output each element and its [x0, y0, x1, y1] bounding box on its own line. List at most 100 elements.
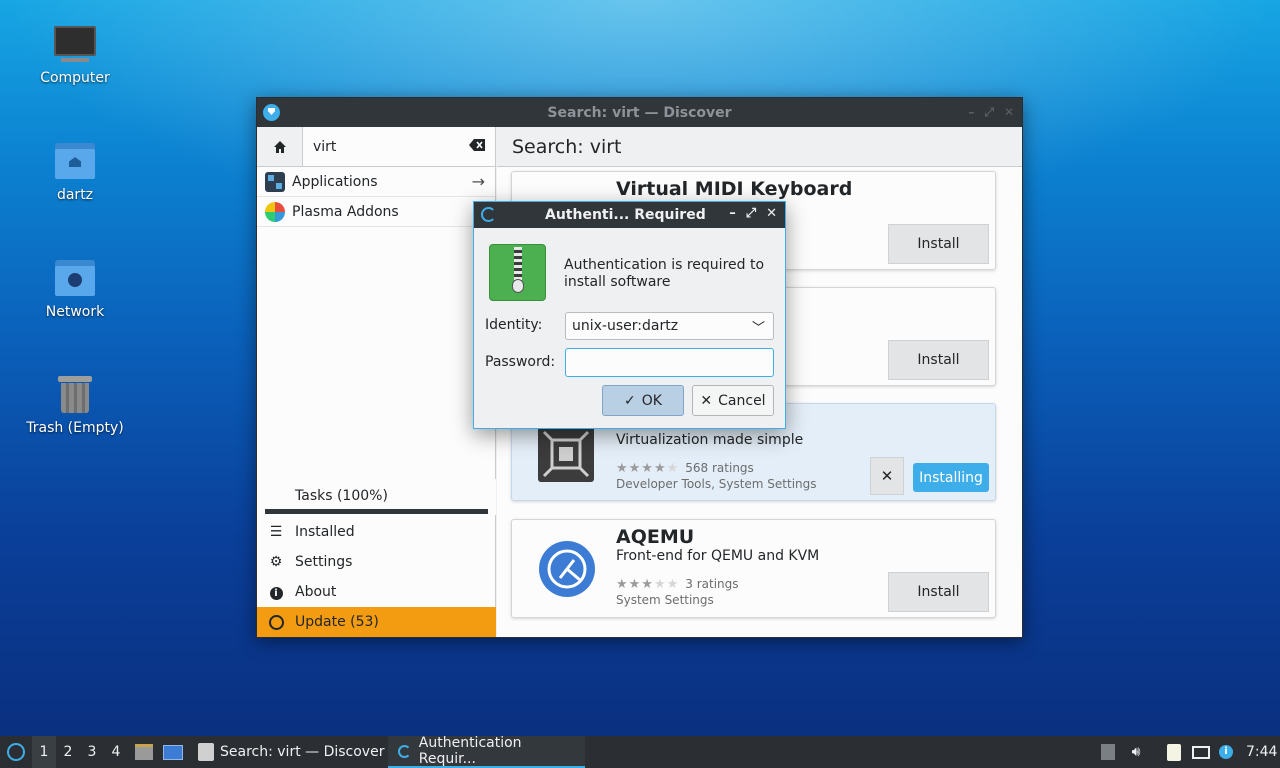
home-button[interactable] [257, 127, 303, 166]
desktop-icon-label: Computer [40, 70, 110, 86]
volume-control[interactable]: 🔊︎ [1126, 736, 1146, 768]
taskbar: 1 2 3 4 Search: virt — Discover Authenti… [0, 735, 1280, 768]
home-folder-icon [53, 141, 97, 181]
install-button[interactable]: Install [888, 340, 989, 380]
dialog-title: Authenti... Required [545, 207, 706, 223]
ok-button[interactable]: ✓ OK [602, 385, 684, 416]
category-applications[interactable]: Applications → [257, 167, 495, 197]
arrow-right-icon: → [471, 172, 485, 191]
tasks-progress-bar [265, 509, 488, 514]
password-field[interactable] [565, 348, 774, 377]
tray-arrow-icon [1101, 744, 1115, 760]
search-input[interactable]: virt [303, 127, 495, 166]
workspace-3[interactable]: 3 [80, 736, 104, 768]
clear-search-icon[interactable] [469, 139, 485, 151]
nav-update[interactable]: Update (53) [257, 607, 496, 637]
auth-task-icon [398, 744, 411, 758]
nav-label: About [295, 584, 337, 600]
close-icon: ✕ [700, 392, 713, 409]
nav-label: Installed [295, 524, 355, 540]
task-authentication[interactable]: Authentication Requir... [388, 735, 585, 768]
tasks-label: Tasks (100%) [295, 488, 388, 504]
show-desktop-button[interactable] [162, 736, 184, 768]
nav-label: Settings [295, 554, 353, 570]
sidebar: virt Applications → Plasma Addons Tasks … [257, 127, 496, 637]
network-tray[interactable] [1190, 736, 1212, 768]
clock[interactable]: 7:44 [1246, 736, 1277, 768]
desktop-icon [163, 744, 183, 760]
minimize-icon[interactable]: – [968, 105, 974, 120]
desktop-icon-network[interactable]: Network [20, 258, 130, 320]
aqemu-app-icon [539, 541, 595, 597]
workspace-2[interactable]: 2 [56, 736, 80, 768]
lubuntu-logo-icon [7, 743, 25, 761]
tray-expand[interactable] [1099, 736, 1117, 768]
search-bar: virt [257, 127, 495, 167]
installing-button[interactable]: Installing [913, 463, 989, 492]
nav-installed[interactable]: ☰ Installed [257, 517, 496, 547]
rating-stars: ★★★★★ 568 ratings [616, 460, 754, 475]
result-card[interactable]: AQEMU Front-end for QEMU and KVM ★★★★★ 3 … [511, 519, 996, 618]
busy-icon [481, 207, 496, 222]
discover-app-icon [263, 104, 280, 121]
app-description: Virtualization made simple [616, 432, 804, 448]
desktop-icon-label: Network [45, 304, 105, 320]
desktop-icon-home[interactable]: dartz [20, 141, 130, 203]
clipboard-tray[interactable] [1164, 736, 1184, 768]
install-button[interactable]: Install [888, 224, 989, 264]
tasks-progress[interactable]: Tasks (100%) [257, 479, 496, 515]
applications-icon [265, 171, 285, 192]
close-icon: ✕ [880, 468, 894, 485]
category-label: Plasma Addons [292, 203, 399, 220]
install-button[interactable]: Install [888, 572, 989, 612]
volume-icon: 🔊︎ [1131, 744, 1141, 760]
app-description: Front-end for QEMU and KVM [616, 548, 820, 564]
ratings-count: 568 ratings [685, 461, 754, 475]
archive-zip-icon [489, 244, 546, 301]
dialog-titlebar[interactable]: Authenti... Required – ⤢ ✕ [474, 202, 785, 228]
auth-dialog: Authenti... Required – ⤢ ✕ Authenticatio… [473, 201, 786, 429]
nav-about[interactable]: i About [257, 577, 496, 607]
password-label: Password: [485, 354, 556, 370]
info-icon: i [257, 584, 295, 600]
desktop-icon-label: Trash (Empty) [26, 420, 124, 436]
app-categories: System Settings [616, 593, 714, 607]
task-discover[interactable]: Search: virt — Discover [192, 736, 390, 768]
notification-info-icon: i [1219, 745, 1233, 759]
cancel-button[interactable]: ✕ Cancel [692, 385, 774, 416]
workspace-4[interactable]: 4 [104, 736, 128, 768]
list-icon: ☰ [269, 524, 283, 540]
app-name: AQEMU [616, 526, 695, 548]
file-manager-icon [135, 744, 153, 760]
nav-settings[interactable]: ⚙ Settings [257, 547, 496, 577]
maximize-icon[interactable]: ⤢ [984, 105, 994, 120]
ratings-count: 3 ratings [685, 577, 739, 591]
clipboard-icon [1167, 743, 1181, 761]
file-manager-launcher[interactable] [134, 736, 154, 768]
workspace-1[interactable]: 1 [32, 736, 56, 768]
ok-label: OK [641, 392, 662, 409]
window-titlebar[interactable]: Search: virt — Discover – ⤢ ✕ [257, 98, 1022, 127]
desktop-icon-computer[interactable]: Computer [20, 24, 130, 86]
close-icon[interactable]: ✕ [1004, 105, 1014, 120]
search-input-value: virt [313, 138, 337, 155]
category-plasma-addons[interactable]: Plasma Addons [257, 197, 495, 227]
cancel-install-button[interactable]: ✕ [870, 457, 904, 495]
gear-icon: ⚙ [269, 554, 283, 570]
minimize-icon[interactable]: – [729, 206, 736, 221]
window-title: Search: virt — Discover [547, 104, 732, 121]
close-icon[interactable]: ✕ [766, 206, 777, 221]
maximize-icon[interactable]: ⤢ [746, 206, 756, 221]
nav-label: Update (53) [295, 614, 379, 630]
desktop-icon-label: dartz [56, 187, 94, 203]
update-notifier-tray[interactable]: i [1216, 736, 1236, 768]
identity-select[interactable]: unix-user:dartz ﹀ [565, 312, 774, 340]
category-label: Applications [292, 173, 378, 190]
start-menu-button[interactable] [4, 736, 28, 768]
desktop-icon-trash[interactable]: Trash (Empty) [20, 374, 130, 436]
virt-manager-app-icon [538, 426, 594, 482]
cancel-label: Cancel [718, 392, 766, 409]
network-folder-icon [53, 258, 97, 298]
rating-stars: ★★★★★ 3 ratings [616, 576, 739, 591]
chevron-down-icon: ﹀ [751, 321, 765, 336]
